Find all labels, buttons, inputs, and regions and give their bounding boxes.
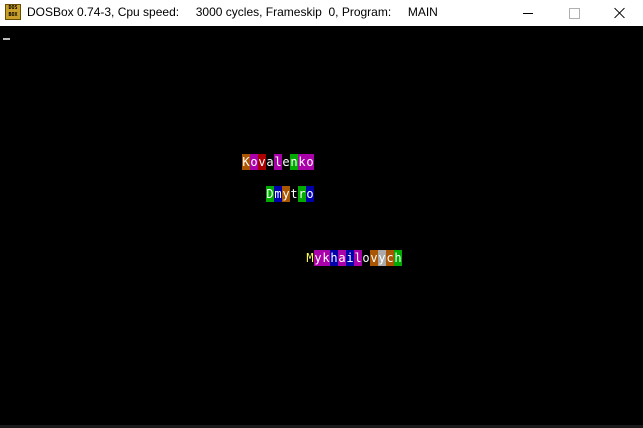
char-cell: a [338, 250, 346, 266]
char-cell: i [346, 250, 354, 266]
char-cell: o [306, 186, 314, 202]
char-cell: r [298, 186, 306, 202]
char-cell: M [306, 250, 314, 266]
char-cell: m [274, 186, 282, 202]
char-cell: h [330, 250, 338, 266]
char-cell: h [394, 250, 402, 266]
dos-screen[interactable]: Kovalenko Dmytro Mykhailovych [0, 26, 643, 428]
char-cell: e [282, 154, 290, 170]
minimize-button[interactable] [505, 0, 551, 26]
char-cell: t [290, 186, 298, 202]
text-cursor [3, 38, 10, 40]
patronymic-text: Mykhailovych [306, 250, 402, 266]
maximize-icon [568, 7, 580, 19]
char-cell: v [258, 154, 266, 170]
char-cell: c [386, 250, 394, 266]
window-title: DOSBox 0.74-3, Cpu speed: 3000 cycles, F… [27, 5, 438, 19]
char-cell: a [266, 154, 274, 170]
char-cell: o [250, 154, 258, 170]
char-cell: k [298, 154, 306, 170]
char-cell: v [370, 250, 378, 266]
char-cell: y [378, 250, 386, 266]
char-cell: k [322, 250, 330, 266]
char-cell: o [306, 154, 314, 170]
close-icon [614, 7, 626, 19]
char-cell: n [290, 154, 298, 170]
char-cell: l [274, 154, 282, 170]
surname-text: Kovalenko [242, 154, 314, 170]
dosbox-icon[interactable]: DOS BOX [5, 4, 21, 20]
maximize-button[interactable] [551, 0, 597, 26]
char-cell: l [354, 250, 362, 266]
char-cell: D [266, 186, 274, 202]
first-name-text: Dmytro [266, 186, 314, 202]
char-cell: o [362, 250, 370, 266]
title-bar[interactable]: DOS BOX DOSBox 0.74-3, Cpu speed: 3000 c… [0, 0, 643, 26]
char-cell: y [282, 186, 290, 202]
char-cell: K [242, 154, 250, 170]
minimize-icon [523, 12, 533, 14]
close-button[interactable] [597, 0, 643, 26]
char-cell: y [314, 250, 322, 266]
